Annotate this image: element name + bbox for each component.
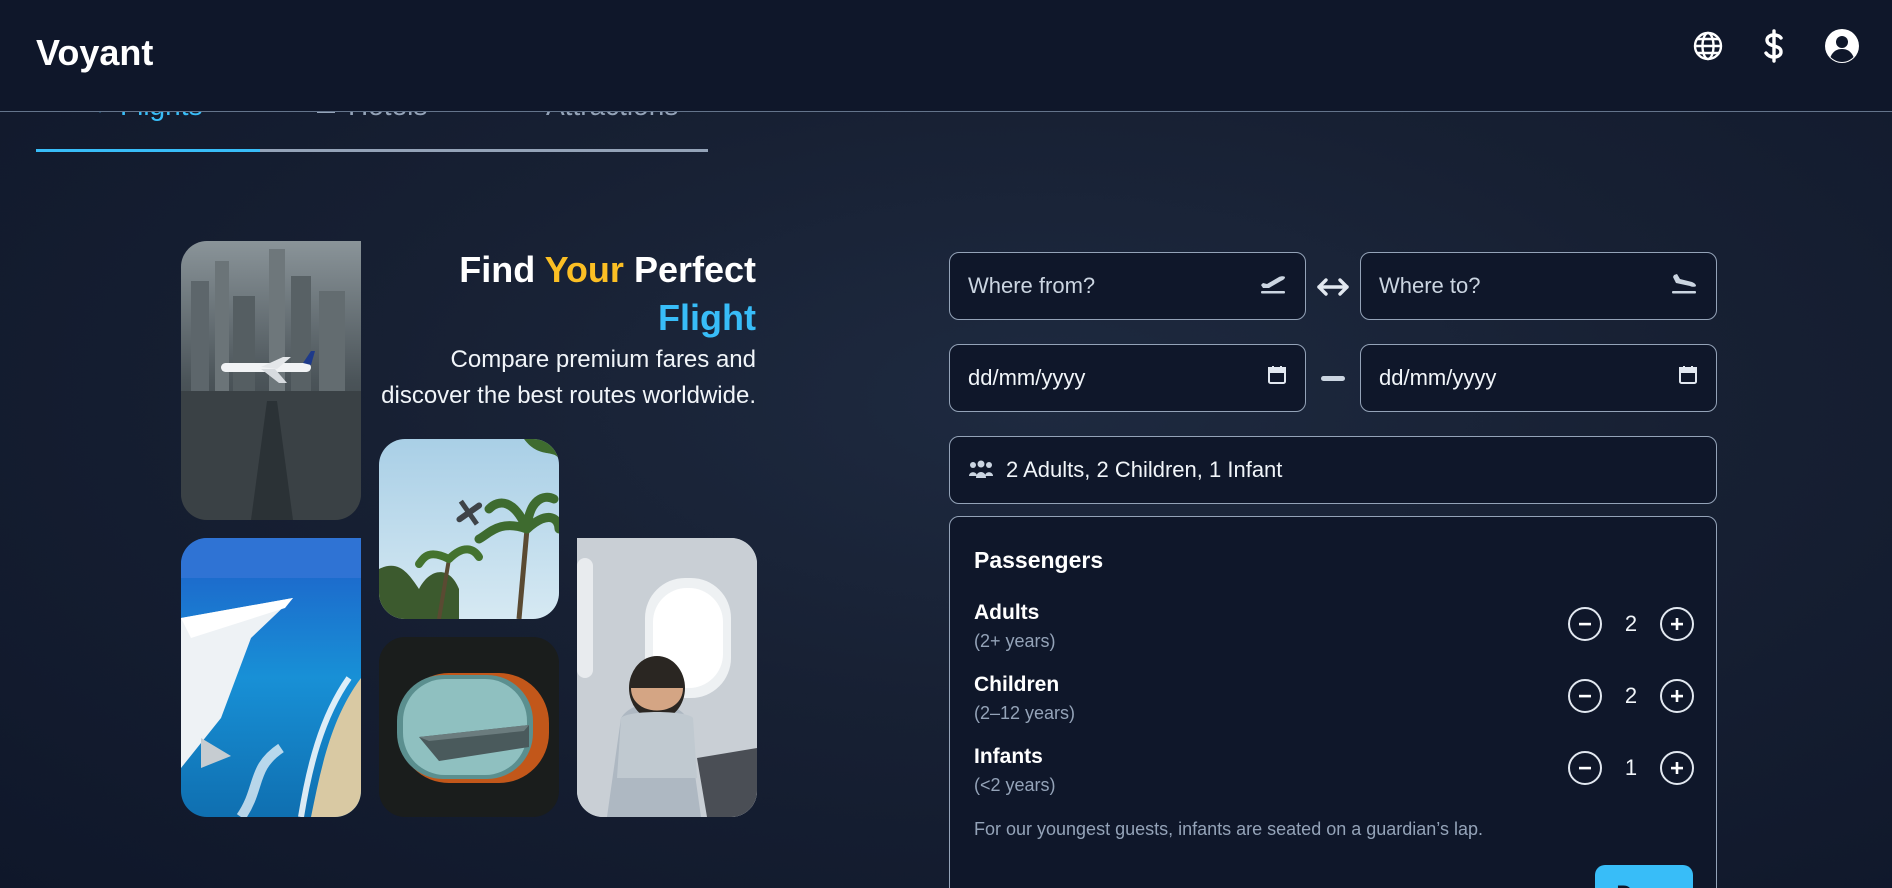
- swap-icon[interactable]: [1316, 270, 1350, 304]
- decrement-infants-button[interactable]: [1568, 751, 1602, 785]
- plane-icon: [86, 112, 110, 122]
- to-placeholder: Where to?: [1379, 273, 1481, 298]
- passenger-type: Adults: [974, 601, 1040, 624]
- return-date-value: dd/mm/yyyy: [1379, 365, 1497, 390]
- city-airplane-photo: [181, 241, 361, 520]
- date-range-separator: [1321, 376, 1345, 381]
- tab-label: Attractions: [546, 112, 678, 122]
- decrement-adults-button[interactable]: [1568, 607, 1602, 641]
- airplane-palms-photo: [379, 439, 559, 619]
- tab-attractions[interactable]: Attractions: [510, 112, 678, 122]
- people-icon: [968, 460, 994, 480]
- calendar-icon[interactable]: [1267, 365, 1287, 391]
- passenger-row-children: Children (2–12 years) 2: [974, 673, 1694, 729]
- wing-ocean-photo: [181, 538, 361, 817]
- passenger-row-adults: Adults (2+ years) 2: [974, 601, 1694, 657]
- landing-icon: [1670, 271, 1698, 301]
- from-field[interactable]: Where from?: [949, 252, 1306, 320]
- attractions-icon: [510, 112, 536, 122]
- calendar-icon[interactable]: [1678, 365, 1698, 391]
- to-field[interactable]: Where to?: [1360, 252, 1717, 320]
- adults-count: 2: [1624, 611, 1638, 636]
- infants-count: 1: [1624, 755, 1638, 780]
- infant-note: For our youngest guests, infants are sea…: [974, 819, 1483, 839]
- increment-infants-button[interactable]: [1660, 751, 1694, 785]
- passenger-age: (2–12 years): [974, 703, 1076, 723]
- passengers-title: Passengers: [974, 547, 1104, 573]
- globe-icon[interactable]: [1690, 28, 1726, 64]
- top-header: Voyant: [0, 0, 1892, 112]
- adults-stepper: 2: [1568, 607, 1694, 641]
- hero-subtitle: Compare premium fares and discover the b…: [381, 346, 756, 409]
- infants-stepper: 1: [1568, 751, 1694, 785]
- depart-date-value: dd/mm/yyyy: [968, 365, 1086, 390]
- children-count: 2: [1624, 683, 1638, 708]
- hero-title: Find Your Perfect Flight: [459, 249, 756, 338]
- from-placeholder: Where from?: [968, 273, 1096, 298]
- tab-flights[interactable]: Flights: [86, 112, 202, 122]
- hotel-icon: [314, 112, 338, 122]
- return-date-input[interactable]: dd/mm/yyyy: [1360, 344, 1717, 412]
- search-tabs: Flights Hotels Attractions: [36, 112, 708, 152]
- passenger-row-infants: Infants (<2 years) 1: [974, 745, 1694, 801]
- passengers-summary: 2 Adults, 2 Children, 1 Infant: [1006, 457, 1283, 482]
- increment-children-button[interactable]: [1660, 679, 1694, 713]
- tab-hotels[interactable]: Hotels: [314, 112, 427, 122]
- tab-label: Flights: [120, 112, 202, 122]
- passenger-age: (2+ years): [974, 631, 1056, 651]
- children-stepper: 2: [1568, 679, 1694, 713]
- depart-date-input[interactable]: dd/mm/yyyy: [949, 344, 1306, 412]
- increment-adults-button[interactable]: [1660, 607, 1694, 641]
- takeoff-icon: [1259, 271, 1287, 301]
- passenger-type: Children: [974, 673, 1060, 696]
- passengers-selector[interactable]: 2 Adults, 2 Children, 1 Infant: [949, 436, 1717, 504]
- tab-active-indicator: [36, 149, 260, 152]
- dollar-icon[interactable]: [1756, 28, 1792, 64]
- passenger-type: Infants: [974, 745, 1043, 768]
- user-circle-icon[interactable]: [1824, 28, 1860, 64]
- decrement-children-button[interactable]: [1568, 679, 1602, 713]
- passenger-age: (<2 years): [974, 775, 1056, 795]
- airplane-window-photo: [379, 637, 559, 817]
- brand-logo[interactable]: Voyant: [36, 32, 153, 74]
- passengers-panel: Passengers Adults (2+ years) 2 Children …: [949, 516, 1717, 888]
- tab-label: Hotels: [348, 112, 427, 122]
- child-window-photo: [577, 538, 757, 817]
- done-button[interactable]: Done: [1595, 865, 1693, 888]
